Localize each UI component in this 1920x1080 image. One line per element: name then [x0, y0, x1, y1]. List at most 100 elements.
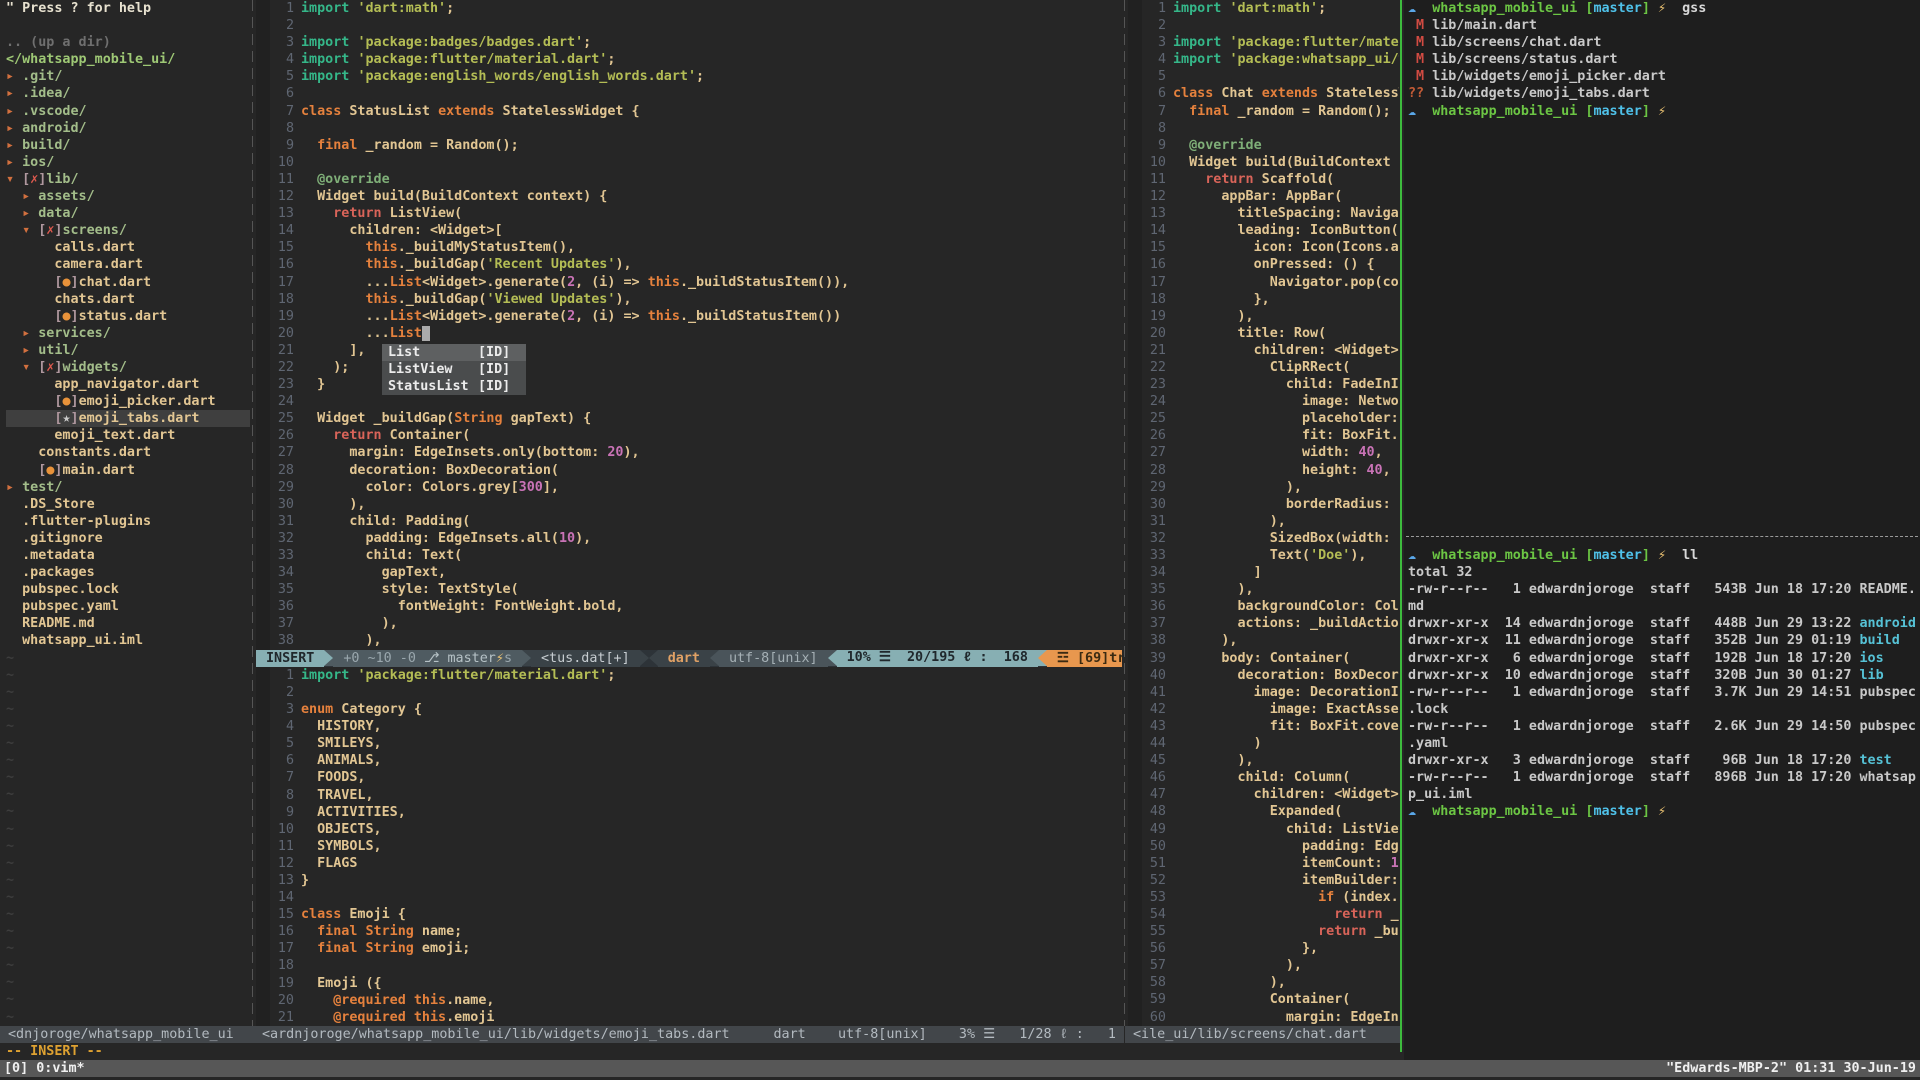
tree-row[interactable]: ▸ test/ [6, 479, 250, 496]
code-line: 55 return _bui [1128, 923, 1399, 940]
tree-row[interactable]: [●]emoji_picker.dart [6, 393, 250, 410]
tree-row[interactable]: ▾ [✗]widgets/ [6, 359, 250, 376]
tree-row[interactable]: .packages [6, 564, 250, 581]
powerline-separator [522, 650, 531, 666]
tree-row[interactable]: pubspec.yaml [6, 598, 250, 615]
completion-item[interactable]: StatusList[ID] [382, 378, 526, 395]
line-number: 14 [270, 222, 294, 239]
tree-row[interactable]: ▸ ios/ [6, 154, 250, 171]
gutter-sign [1128, 530, 1142, 547]
tmux-window-item[interactable]: [0] 0:vim* [4, 1060, 85, 1077]
completion-item[interactable]: ListView[ID] [382, 361, 526, 378]
tree-row[interactable]: [●]chat.dart [6, 274, 250, 291]
completion-item[interactable]: List[ID] [382, 344, 526, 361]
gutter-sign [1128, 359, 1142, 376]
tree-row[interactable]: [●]status.dart [6, 308, 250, 325]
tree-row[interactable]: [★]emoji_tabs.dart [6, 410, 250, 427]
line-number: 48 [1142, 803, 1166, 820]
gutter-sign [256, 940, 270, 957]
empty-line-tilde: ~ [6, 667, 250, 684]
tree-row[interactable]: .. (up a dir) [6, 34, 250, 51]
line-number: 30 [1142, 496, 1166, 513]
filetype-indicator: dart [658, 650, 710, 667]
tree-row[interactable]: .metadata [6, 547, 250, 564]
code-line: 16 onPressed: () { [1128, 256, 1399, 273]
line-number: 7 [270, 103, 294, 120]
code-line: 6 [256, 85, 1122, 102]
tree-row[interactable]: ▸ util/ [6, 342, 250, 359]
tree-row[interactable]: </whatsapp_mobile_ui/ [6, 51, 250, 68]
tree-row[interactable]: ▾ [✗]lib/ [6, 171, 250, 188]
code-line: 38 ), [1128, 632, 1399, 649]
line-number: 11 [270, 838, 294, 855]
tree-row[interactable]: ▸ services/ [6, 325, 250, 342]
terminal-line: -rw-r--r-- 1 edwardnjoroge staff 2.6K Ju… [1404, 718, 1920, 735]
code-line: 33 Text('Doe'), [1128, 547, 1399, 564]
terminal-pane[interactable]: ☁ whatsapp_mobile_ui [master] ⚡ gss M li… [1404, 0, 1920, 1060]
tree-row[interactable] [6, 17, 250, 34]
line-number: 18 [270, 291, 294, 308]
gutter-sign [1128, 701, 1142, 718]
nerdtree-statusline: <dnjoroge/whatsapp_mobile_ui [0, 1026, 254, 1043]
line-number: 3 [1142, 34, 1166, 51]
tree-row[interactable]: pubspec.lock [6, 581, 250, 598]
tree-row[interactable]: ▸ build/ [6, 137, 250, 154]
window-separator[interactable] [1124, 0, 1125, 1026]
tree-row[interactable]: app_navigator.dart [6, 376, 250, 393]
tree-row[interactable]: .gitignore [6, 530, 250, 547]
tree-row[interactable]: ▸ android/ [6, 120, 250, 137]
tree-row[interactable]: ▸ data/ [6, 205, 250, 222]
tree-row[interactable]: ▸ .idea/ [6, 85, 250, 102]
gutter-sign [256, 205, 270, 222]
gutter-sign [1128, 769, 1142, 786]
terminal-pane-separator[interactable] [1406, 536, 1918, 537]
line-number: 21 [270, 342, 294, 359]
gutter-sign [1128, 410, 1142, 427]
terminal-line: ☁ whatsapp_mobile_ui [master] ⚡ gss [1404, 0, 1920, 17]
code-line: 56 }, [1128, 940, 1399, 957]
empty-line-tilde: ~ [6, 838, 250, 855]
code-line: 54 return _b [1128, 906, 1399, 923]
tree-row[interactable]: README.md [6, 615, 250, 632]
line-number: 50 [1142, 838, 1166, 855]
line-number: 15 [270, 239, 294, 256]
code-line: 1import 'package:flutter/material.dart'; [256, 667, 1122, 684]
tmux-pane-border[interactable] [1400, 0, 1402, 1052]
tree-row[interactable]: ▾ [✗]screens/ [6, 222, 250, 239]
terminal-line: total 32 [1404, 564, 1920, 581]
editor-emoji-tabs[interactable]: 1import 'package:flutter/material.dart';… [256, 667, 1122, 1026]
code-line: 52 itemBuilder: [1128, 872, 1399, 889]
tree-row[interactable]: ▸ .git/ [6, 68, 250, 85]
tree-row[interactable]: calls.dart [6, 239, 250, 256]
gutter-sign [1128, 1009, 1142, 1026]
tree-row[interactable]: [●]main.dart [6, 462, 250, 479]
code-line: 15 this._buildMyStatusItem(), [256, 239, 1122, 256]
tree-row[interactable]: camera.dart [6, 256, 250, 273]
tree-row[interactable]: .flutter-plugins [6, 513, 250, 530]
tree-row[interactable]: emoji_text.dart [6, 427, 250, 444]
empty-line-tilde: ~ [6, 650, 250, 667]
code-line: 30 borderRadius: B [1128, 496, 1399, 513]
empty-line-tilde: ~ [6, 803, 250, 820]
tree-row[interactable]: " Press ? for help [6, 0, 250, 17]
tree-row[interactable]: ▸ assets/ [6, 188, 250, 205]
editor-status-list[interactable]: 1import 'dart:math'; 2 3import 'package:… [256, 0, 1122, 650]
line-number: 28 [1142, 462, 1166, 479]
gutter-sign [256, 342, 270, 359]
code-line: 42 image: ExactAsset [1128, 701, 1399, 718]
completion-popup[interactable]: List[ID]ListView[ID]StatusList[ID] [382, 344, 526, 395]
code-line: 47 children: <Widget>[ [1128, 786, 1399, 803]
tree-row[interactable]: .DS_Store [6, 496, 250, 513]
nerdtree-panel[interactable]: " Press ? for help .. (up a dir)</whatsap… [0, 0, 250, 1026]
gutter-sign [256, 684, 270, 701]
tree-row[interactable]: ▸ .vscode/ [6, 103, 250, 120]
tree-row[interactable]: chats.dart [6, 291, 250, 308]
powerline-separator [710, 650, 719, 666]
gutter-sign [256, 804, 270, 821]
editor-chat[interactable]: 1import 'dart:math'; 2 3import 'package:… [1128, 0, 1399, 1026]
powerline-separator [324, 650, 333, 666]
window-separator[interactable] [252, 0, 253, 1026]
tree-row[interactable]: constants.dart [6, 444, 250, 461]
empty-line-tilde: ~ [6, 974, 250, 991]
tree-row[interactable]: whatsapp_ui.iml [6, 632, 250, 649]
